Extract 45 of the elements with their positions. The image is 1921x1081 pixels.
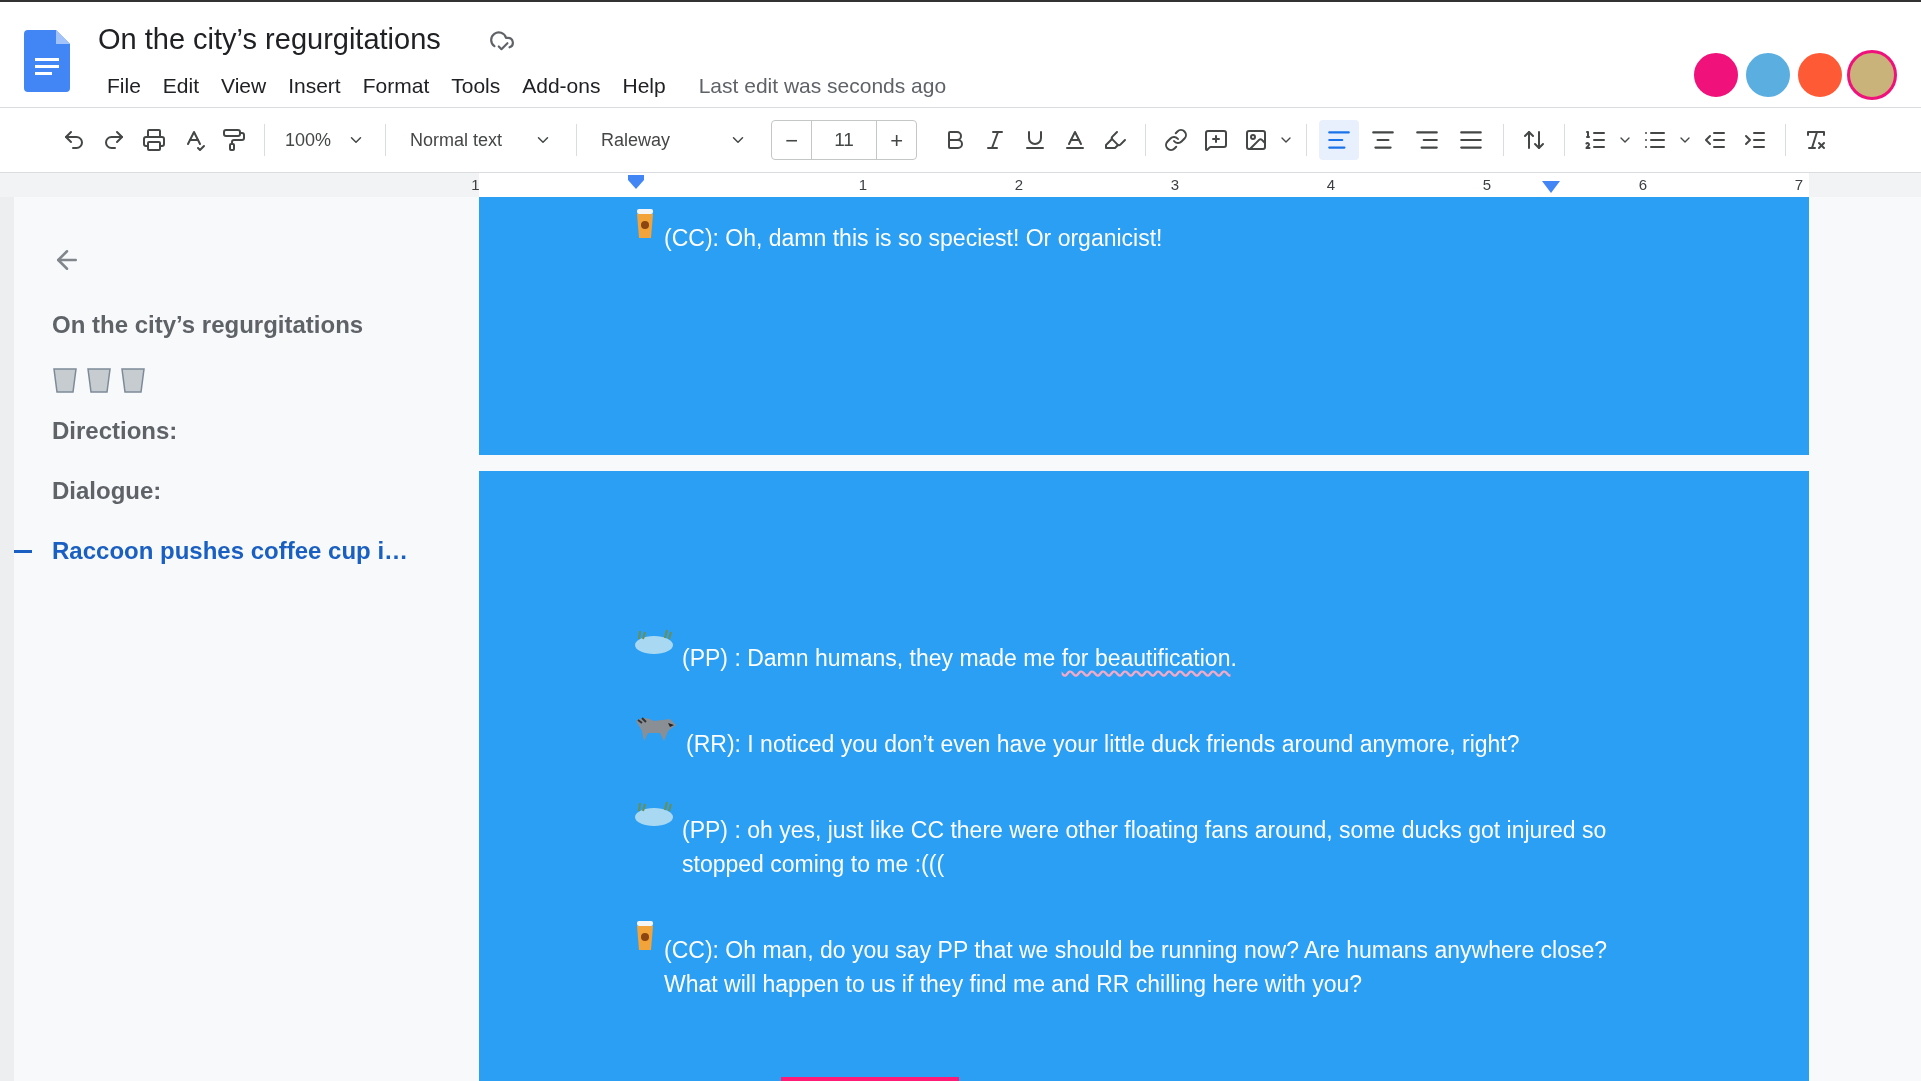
coffee-cup-icon — [634, 921, 656, 951]
ruler-number: 3 — [1169, 174, 1181, 195]
dialogue-line: (PP) : Damn humans, they made me for beautification. — [682, 644, 1237, 673]
avatar-photo[interactable] — [1847, 50, 1897, 100]
menu-item[interactable]: Edit — [153, 65, 209, 105]
dialogue-line: (CC): Oh man, do you say PP that we should be running now? Are humans anywhere close? What will happen to us if they find me and RR chilling here with you? — [664, 936, 1609, 999]
ruler-number: 2 — [1013, 174, 1025, 195]
trash-can-icon — [86, 367, 112, 393]
outline-item[interactable]: Raccoon pushes coffee cup i… — [52, 533, 409, 569]
coffee-cup-icon — [634, 209, 656, 239]
dialogue-line: (RR): I noticed you don’t even have your little duck friends around anymore, right? — [686, 730, 1520, 759]
indent-marker-icon[interactable] — [1542, 181, 1560, 193]
menu-item[interactable]: File — [98, 65, 150, 105]
last-edit-status[interactable]: Last edit was seconds ago — [698, 69, 947, 101]
document-title[interactable]: On the city’s regurgitations — [98, 18, 441, 62]
menu-item[interactable]: Add-ons — [513, 65, 610, 105]
font-dropdown[interactable]: Raleway — [589, 126, 760, 154]
outline-item[interactable]: Dialogue: — [52, 473, 162, 509]
menu-item[interactable]: Format — [353, 65, 439, 105]
ruler-number: 7 — [1793, 174, 1805, 195]
trash-can-icon — [52, 367, 78, 393]
pond-icon — [634, 801, 674, 827]
dialogue-line: (CC): Oh, damn this is so speciest! Or organicist! — [664, 224, 1163, 253]
docs-logo-icon[interactable] — [24, 30, 70, 92]
outline-item[interactable]: Directions: — [52, 413, 178, 449]
increase-size-button[interactable]: + — [876, 121, 917, 159]
menu-item[interactable]: Tools — [442, 65, 510, 105]
menu-item[interactable]: View — [212, 65, 276, 105]
trash-can-icon — [120, 367, 146, 393]
menu-item[interactable]: Help — [613, 65, 675, 105]
ruler-number: 1 — [471, 174, 480, 195]
outline-item[interactable]: On the city’s regurgitations — [52, 307, 364, 343]
dialogue-line: (PP) : oh yes, just like CC there were other floating fans around, some ducks got injured so stopped coming to me :((( — [682, 816, 1608, 879]
ruler-number: 4 — [1325, 174, 1337, 195]
indent-marker-icon[interactable] — [626, 175, 646, 191]
ruler-number: 6 — [1637, 174, 1649, 195]
style-dropdown[interactable]: Normal text — [398, 126, 565, 154]
ruler-number: 1 — [857, 174, 869, 195]
font-size-field[interactable]: 11 — [812, 125, 877, 155]
zoom-dropdown[interactable]: 100% — [277, 126, 374, 154]
ruler-number: 5 — [1481, 174, 1493, 195]
pond-icon — [634, 629, 674, 655]
menu-item[interactable]: Insert — [279, 65, 350, 105]
decrease-size-button[interactable]: − — [772, 121, 813, 159]
align-left-button[interactable] — [1319, 120, 1360, 160]
